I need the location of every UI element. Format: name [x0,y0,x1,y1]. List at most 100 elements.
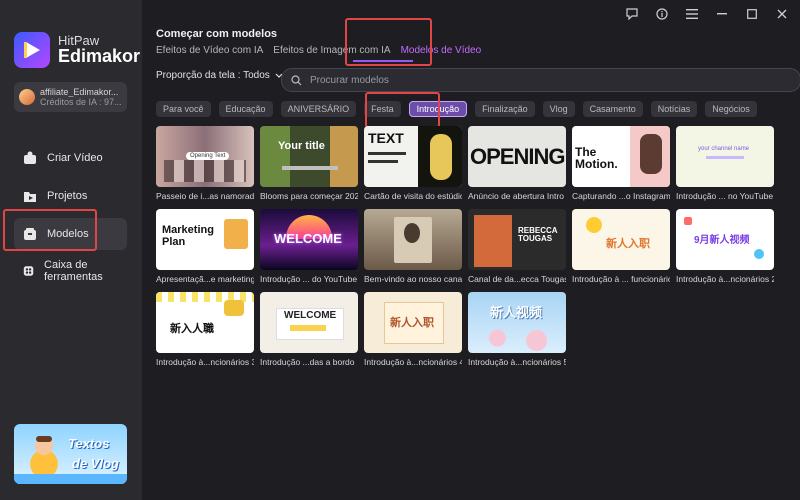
tab-video-templates[interactable]: Modelos de Vídeo [401,45,482,56]
chip-news[interactable]: Notícias [650,101,698,117]
edimakor-logo-icon [14,32,50,68]
template-caption: Canal de da...ecca Tougas [468,274,566,284]
thumb-text: your channel name [698,146,750,152]
template-card[interactable]: The Motion. Capturando ...o Instagram [572,126,670,201]
template-thumbnail: WELCOME [260,209,358,270]
chip-business[interactable]: Negócios [705,101,757,117]
tab-ai-video-effects[interactable]: Efeitos de Vídeo com IA [156,45,263,56]
search-bar[interactable] [281,68,800,92]
page-title: Começar com modelos [156,28,278,40]
template-card[interactable]: 新人视频 Introdução à...ncionários 5 [468,292,566,367]
thumb-text: The Motion. [575,145,618,171]
template-thumbnail: WELCOME [260,292,358,353]
templates-icon [24,228,36,240]
template-caption: Apresentaçã...e marketing [156,274,254,284]
template-thumbnail: Opening Text [156,126,254,187]
template-caption: Capturando ...o Instagram [572,191,670,201]
brand-name-top: HitPaw [58,32,100,48]
template-thumbnail: OPENING [468,126,566,187]
template-card[interactable]: OPENING Anúncio de abertura Intro [468,126,566,201]
promo-line1: Textos [68,436,110,451]
template-tabs: Efeitos de Vídeo com IA Efeitos de Image… [156,45,481,56]
chip-party[interactable]: Festa [364,101,401,117]
thumb-text: REBECCA TOUGAS [518,226,558,243]
account-username: affiliate_Edimakor... [40,87,119,97]
vlog-text-promo-banner[interactable]: Textos de Vlog [14,424,127,484]
thumb-text: 新人入职 [606,238,650,250]
chip-intro[interactable]: Introdução [408,101,468,117]
chip-vlog[interactable]: Vlog [542,101,575,117]
projects-icon [24,192,36,202]
template-card[interactable]: WELCOME Introdução ...das a bordo [260,292,358,367]
thumb-text: Your title [278,140,325,152]
chip-for-you[interactable]: Para você [156,101,211,117]
search-icon [291,74,302,85]
template-thumbnail: 新人入职 [572,209,670,270]
template-thumbnail: TEXT [364,126,462,187]
nav-projects[interactable]: Projetos [14,180,127,212]
template-card[interactable]: your channel name Introdução ... no YouT… [676,126,774,201]
template-caption: Anúncio de abertura Intro [468,191,564,201]
nav-create-video[interactable]: Criar Vídeo [14,142,127,174]
template-caption: Cartão de visita do estúdio [364,191,462,201]
thumb-text: OPENING [470,144,565,169]
sidebar: HitPaw Edimakor affiliate_Edimakor... Cr… [0,0,142,500]
template-card[interactable]: 新人入职 Introdução à ... funcionários [572,209,670,284]
toolbox-icon [23,266,34,276]
template-card[interactable]: Marketing Plan Apresentaçã...e marketing [156,209,254,284]
chip-birthday[interactable]: ANIVERSÁRIO [280,101,357,117]
chip-education[interactable]: Educação [218,101,273,117]
account-panel[interactable]: affiliate_Edimakor... Créditos de IA : 9… [14,82,127,112]
template-card[interactable]: Your title Blooms para começar 2025 [260,126,358,201]
thumb-text: WELCOME [274,231,342,246]
template-caption: Introdução ... no YouTube [676,191,774,201]
create-video-icon [24,151,36,164]
category-chips: Para você Educação ANIVERSÁRIO Festa Int… [156,101,757,117]
template-card[interactable]: 新入人職 Introdução à...ncionários 3 [156,292,254,367]
template-caption: Introdução à...ncionários 3 [156,357,254,367]
aspect-ratio-dropdown[interactable]: Proporção da tela : Todos [156,70,270,81]
template-card[interactable]: 新人入职 Introdução à...ncionários 4 [364,292,462,367]
template-thumbnail: Marketing Plan [156,209,254,270]
account-credits: Créditos de IA : 97... [40,97,122,107]
filter-row: Proporção da tela : Todos [156,68,800,92]
thumb-text: TEXT [368,130,404,146]
chip-wedding[interactable]: Casamento [582,101,643,117]
template-thumbnail: 新入人職 [156,292,254,353]
template-caption: Introdução à...ncionários 4 [364,357,462,367]
template-thumbnail: REBECCA TOUGAS [468,209,566,270]
thumb-text: 新人视频 [490,305,543,320]
thumb-text: Opening Text [186,152,230,160]
chip-ending[interactable]: Finalização [475,101,535,117]
search-input[interactable] [308,73,772,87]
template-caption: Introdução ...das a bordo [260,357,355,367]
template-card[interactable]: Opening Text Passeio de i...as namoradas [156,126,254,201]
nav-label: Modelos [47,228,89,240]
template-caption: Introdução à...ncionários 2 [676,274,774,284]
template-thumbnail: 新人入职 [364,292,462,353]
nav-templates[interactable]: Modelos [14,218,127,250]
thumb-text: 新入人職 [170,323,214,335]
template-caption: Blooms para começar 2025 [260,191,358,201]
template-card[interactable]: 9月新人视频 Introdução à...ncionários 2 [676,209,774,284]
thumb-text: 9月新人视频 [694,235,750,246]
template-card[interactable]: TEXT Cartão de visita do estúdio [364,126,462,201]
tab-ai-image-effects[interactable]: Efeitos de Imagem com IA [273,45,390,56]
template-thumbnail: Your title [260,126,358,187]
template-caption: Introdução ... do YouTube [260,274,358,284]
template-caption: Bem-vindo ao nosso canal [364,274,462,284]
template-card[interactable]: Bem-vindo ao nosso canal [364,209,462,284]
template-card[interactable]: WELCOME Introdução ... do YouTube [260,209,358,284]
template-card[interactable]: REBECCA TOUGAS Canal de da...ecca Tougas [468,209,566,284]
nav-toolbox[interactable]: Caixa de ferramentas [14,255,127,287]
brand: HitPaw Edimakor [14,32,140,68]
template-thumbnail: The Motion. [572,126,670,187]
active-tab-indicator [353,60,413,62]
thumb-text: WELCOME [284,310,337,321]
thumb-text: 新人入职 [390,317,434,329]
main-content: Começar com modelos Efeitos de Vídeo com… [142,0,800,500]
brand-name-bottom: Edimakor [58,46,141,67]
template-thumbnail: your channel name [676,126,774,187]
avatar [19,89,35,105]
template-caption: Introdução à ... funcionários [572,274,670,284]
